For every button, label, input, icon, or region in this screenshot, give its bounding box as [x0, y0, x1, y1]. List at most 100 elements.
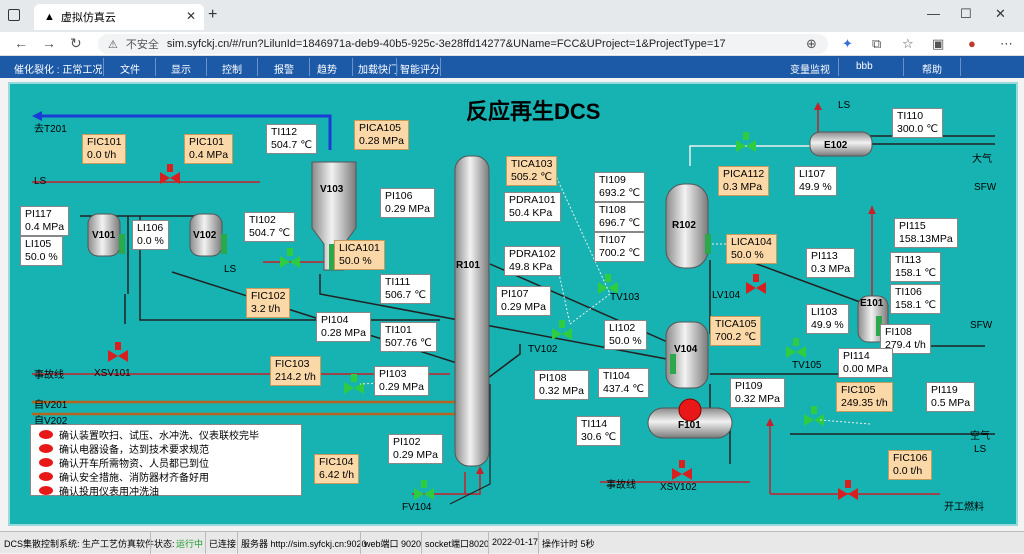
tag-value: 0.00 MPa [843, 363, 888, 375]
tab-close-icon[interactable]: ✕ [186, 9, 196, 23]
forward-icon[interactable]: → [42, 35, 56, 51]
collections-icon[interactable]: ▣ [932, 36, 944, 52]
vessel-v101[interactable]: V101 [92, 230, 115, 241]
tag-value: 693.2 ℃ [599, 187, 640, 199]
tag-value: 504.7 ℃ [271, 139, 312, 151]
valve-label-tv105: TV105 [792, 360, 822, 371]
tag-fic106[interactable]: FIC106 0.0 t/h [888, 450, 933, 480]
valve-fic102-icon[interactable] [280, 248, 300, 268]
tag-pic101[interactable]: PIC101 0.4 MPa [184, 134, 234, 164]
tag-name: PI108 [539, 372, 567, 384]
back-icon[interactable]: ← [14, 35, 28, 51]
valve-fv104-icon[interactable] [414, 480, 434, 500]
valve-label-xsv102: XSV102 [660, 482, 697, 493]
valve-pica112-icon[interactable] [736, 132, 756, 152]
tag-ti108: TI108 696.7 ℃ [594, 202, 645, 232]
maximize-icon[interactable]: ☐ [960, 6, 972, 22]
tag-pi108: PI108 0.32 MPa [534, 370, 589, 400]
tag-tica103[interactable]: TICA103 505.2 ℃ [506, 156, 558, 186]
vessel-e102[interactable]: E102 [824, 140, 847, 151]
status-state-label: 状态: [154, 539, 175, 549]
tag-tica105[interactable]: TICA105 700.2 ℃ [710, 316, 762, 346]
valve-tv102-icon[interactable] [552, 320, 572, 340]
puzzle-icon[interactable]: ⧉ [872, 36, 881, 52]
tag-fic105[interactable]: FIC105 249.35 t/h [836, 382, 893, 412]
menu-alarm[interactable]: 报警 [274, 61, 294, 76]
menu-view[interactable]: 显示 [171, 61, 191, 76]
window-menu-icon[interactable] [8, 9, 20, 21]
url-input[interactable]: ⚠ 不安全 sim.syfckj.cn/#/run?LilunId=184697… [98, 34, 828, 54]
valve-fic101-icon[interactable] [160, 164, 180, 184]
tag-lica104[interactable]: LICA104 50.0 % [726, 234, 777, 264]
reader-icon[interactable]: ⊕ [806, 36, 817, 52]
label-accident-2: 事故线 [606, 480, 636, 491]
menu-score[interactable]: 智能评分 [400, 61, 440, 76]
new-tab-icon[interactable]: + [208, 6, 217, 24]
minimize-icon[interactable]: — [927, 6, 940, 21]
tag-pi109: PI109 0.32 MPa [730, 378, 785, 408]
vessel-r101[interactable]: R101 [456, 260, 480, 271]
tag-value: 50.0 % [609, 335, 642, 347]
valve-label-fv104: FV104 [402, 502, 432, 513]
tag-pica105[interactable]: PICA105 0.28 MPa [354, 120, 409, 150]
label-ls-2: LS [224, 264, 237, 275]
checklist-panel: 确认装置吹扫、试压、水冲洗、仪表联校完毕 确认电器设备，达到技术要求规范 确认开… [30, 424, 302, 498]
vessel-e101[interactable]: E101 [860, 298, 883, 309]
url-text: sim.syfckj.cn/#/run?LilunId=1846971a-deb… [166, 38, 726, 50]
vessel-v102[interactable]: V102 [193, 230, 216, 241]
favorites-icon[interactable]: ☆ [902, 36, 914, 52]
tag-fic101[interactable]: FIC101 0.0 t/h [82, 134, 127, 164]
menu-monitor[interactable]: 变量监视 [790, 61, 830, 76]
tag-pi102: PI102 0.29 MPa [388, 434, 443, 464]
valve-fic105-icon[interactable] [804, 406, 824, 426]
menu-help[interactable]: 帮助 [922, 61, 942, 76]
tag-value: 0.29 MPa [385, 203, 430, 215]
tag-fic103[interactable]: FIC103 214.2 t/h [270, 356, 321, 386]
menu-file[interactable]: 文件 [120, 61, 140, 76]
tag-name: LICA104 [731, 236, 772, 248]
vessel-r102[interactable]: R102 [672, 220, 696, 231]
vessel-v103[interactable]: V103 [320, 184, 343, 195]
insecure-icon: ⚠ [108, 38, 118, 51]
tag-value: 158.1 ℃ [895, 299, 936, 311]
tag-value: 0.29 MPa [379, 381, 424, 393]
window-close-icon[interactable]: ✕ [995, 6, 1006, 22]
valve-label-tv103: TV103 [610, 292, 640, 303]
valve-tv103-icon[interactable] [598, 274, 618, 294]
address-bar: ← → ↻ ⚠ 不安全 sim.syfckj.cn/#/run?LilunId=… [0, 32, 1024, 56]
avatar[interactable]: ● [968, 36, 976, 51]
valve-xsv102-icon[interactable] [672, 460, 692, 480]
tag-pi106: PI106 0.29 MPa [380, 188, 435, 218]
valve-xsv101-icon[interactable] [108, 342, 128, 362]
tag-value: 0.29 MPa [501, 301, 546, 313]
tag-name: PI109 [735, 380, 763, 392]
valve-fic106-icon[interactable] [838, 480, 858, 500]
menu-control[interactable]: 控制 [222, 61, 242, 76]
tag-value: 0.28 MPa [321, 327, 366, 339]
menu-speed[interactable]: 加载快门 [358, 61, 398, 76]
tag-pica112[interactable]: PICA112 0.3 MPa [718, 166, 770, 196]
tag-lica101[interactable]: LICA101 50.0 % [334, 240, 385, 270]
tag-fic102[interactable]: FIC102 3.2 t/h [246, 288, 291, 318]
status-timer: 操作计时 5秒 [542, 539, 595, 549]
tag-value: 50.0 % [731, 249, 764, 261]
menu-trend[interactable]: 趋势 [317, 61, 337, 76]
tag-ti109: TI109 693.2 ℃ [594, 172, 645, 202]
valve-tv105-icon[interactable] [786, 338, 806, 358]
status-bar: DCS集散控制系统: 生产工艺仿真软件 状态: 运行中 已连接 服务器 http… [0, 531, 1024, 554]
tag-name: LI106 [137, 222, 164, 234]
browser-tab[interactable]: ▲ 虚拟仿真云 ✕ [34, 4, 204, 30]
vessel-v104[interactable]: V104 [674, 344, 697, 355]
tag-name: TI112 [271, 126, 298, 138]
dcs-canvas: 反应再生DCS 去T201 LS LS LS SFW SFW 大气 空气 LS … [8, 82, 1018, 526]
menu-user[interactable]: bbb [856, 61, 873, 72]
tag-name: TI113 [895, 254, 922, 266]
tag-value: 0.32 MPa [539, 385, 584, 397]
tag-name: TI107 [599, 234, 626, 246]
more-icon[interactable]: ⋯ [1000, 36, 1013, 52]
refresh-icon[interactable]: ↻ [70, 35, 82, 52]
vessel-f101[interactable]: F101 [678, 420, 701, 431]
valve-lv104-icon[interactable] [746, 274, 766, 294]
extension-icon[interactable]: ✦ [842, 36, 853, 52]
tag-fic104[interactable]: FIC104 6.42 t/h [314, 454, 360, 484]
